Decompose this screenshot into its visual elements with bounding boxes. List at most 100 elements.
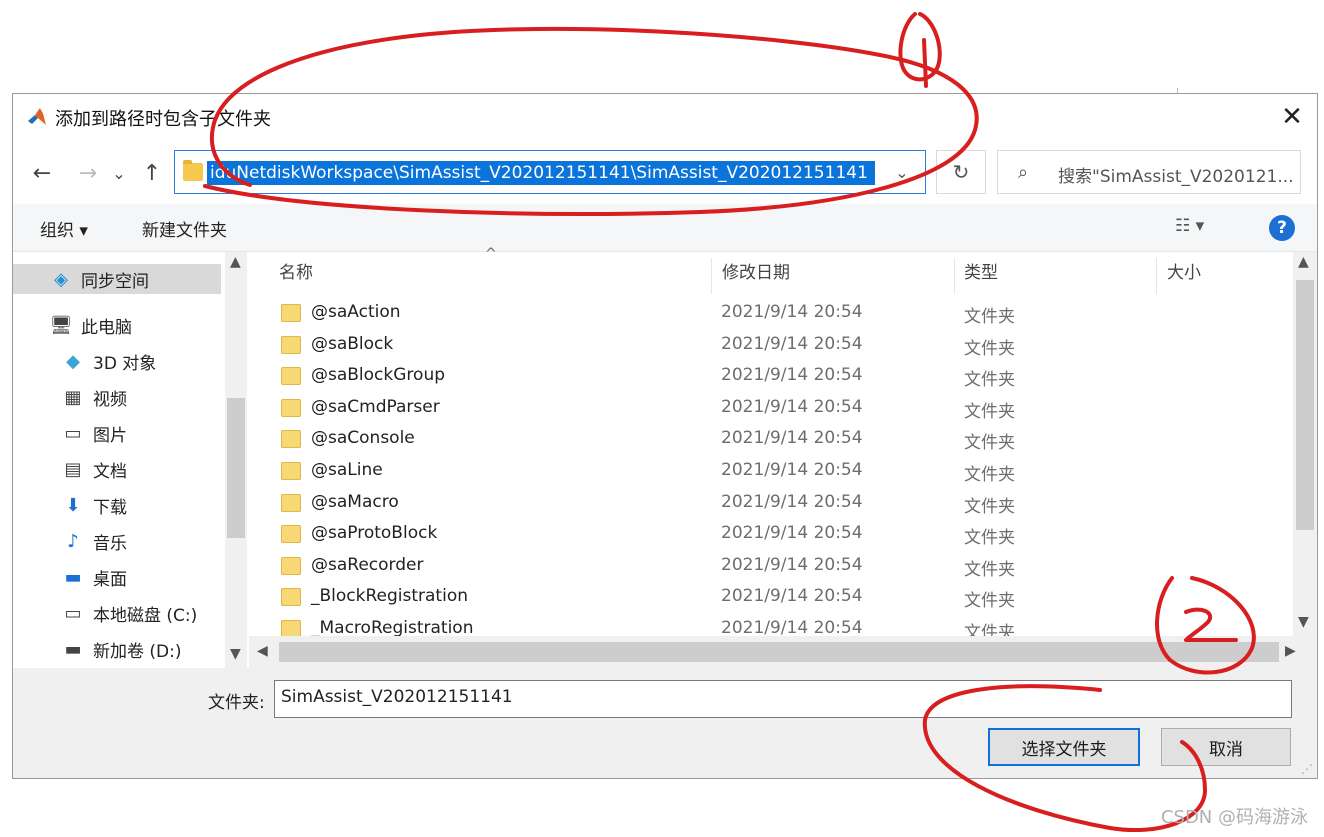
select-folder-button[interactable]: 选择文件夹 (988, 728, 1140, 766)
sidebar-item[interactable]: ▬ 桌面 (61, 562, 127, 592)
csdn-watermark: CSDN @码海游泳 (1160, 807, 1308, 828)
folder-icon (281, 556, 301, 575)
file-modified-date: 2021/9/14 20:54 (721, 618, 863, 636)
dialog-title: 添加到路径时包含子文件夹 (55, 109, 271, 130)
3d-objects-icon: ◆ (66, 350, 80, 372)
column-header-name[interactable]: 名称 (279, 252, 313, 294)
file-row[interactable]: @saBlockGroup 2021/9/14 20:54 文件夹 (269, 361, 1269, 392)
video-icon: ▦ (64, 386, 82, 408)
sidebar-item[interactable]: ▭ 图片 (61, 418, 127, 448)
file-row[interactable]: @saCmdParser 2021/9/14 20:54 文件夹 (269, 393, 1269, 424)
marker-1-loop (898, 12, 942, 82)
file-row[interactable]: @saConsole 2021/9/14 20:54 文件夹 (269, 424, 1269, 455)
close-button[interactable]: ✕ (1267, 94, 1317, 140)
address-bar[interactable]: iduNetdiskWorkspace\SimAssist_V202012151… (174, 150, 926, 194)
file-name: _BlockRegistration (311, 586, 468, 607)
sidebar-item[interactable]: 🖥 此电脑 (49, 310, 132, 340)
file-row[interactable]: @saAction 2021/9/14 20:54 文件夹 (269, 298, 1269, 329)
back-button[interactable]: ← (27, 158, 57, 188)
documents-icon: ▤ (64, 458, 82, 480)
sidebar-scroll-thumb[interactable] (227, 398, 245, 538)
address-dropdown-button[interactable]: ⌄ (879, 151, 925, 193)
file-modified-date: 2021/9/14 20:54 (721, 396, 863, 417)
file-name: @saMacro (311, 491, 399, 512)
search-box[interactable]: ⌕ 搜索"SimAssist_V2020121... (997, 150, 1301, 194)
sidebar-item[interactable]: ▭ 本地磁盘 (C:) (61, 598, 197, 628)
new-folder-button[interactable]: 新建文件夹 (142, 216, 227, 241)
column-header-type[interactable]: 类型 (964, 252, 998, 294)
sidebar-item-label: 文档 (93, 461, 127, 482)
file-type: 文件夹 (964, 338, 1015, 359)
file-modified-date: 2021/9/14 20:54 (721, 428, 863, 449)
file-name: _MacroRegistration (311, 618, 474, 636)
column-header-modified[interactable]: 修改日期 (722, 252, 790, 294)
file-row[interactable]: @saLine 2021/9/14 20:54 文件夹 (269, 456, 1269, 487)
file-list-vertical-scrollbar[interactable]: ▲ ▼ (1293, 252, 1317, 636)
sidebar-item-label: 同步空间 (81, 271, 149, 292)
file-name: @saConsole (311, 428, 415, 449)
folder-icon (183, 160, 203, 181)
file-type: 文件夹 (964, 623, 1015, 636)
sidebar-item-label: 新加卷 (D:) (93, 641, 182, 662)
local-disk-icon: ▭ (64, 602, 82, 624)
cancel-button[interactable]: 取消 (1161, 728, 1291, 766)
file-type: 文件夹 (964, 591, 1015, 612)
folder-field-label: 文件夹: (208, 693, 265, 713)
desktop-icon: ▬ (64, 566, 82, 588)
music-icon: ♪ (67, 530, 79, 552)
folder-icon (281, 588, 301, 607)
sidebar-item[interactable]: ◆ 3D 对象 (61, 346, 156, 376)
scroll-up-icon[interactable]: ▲ (1298, 254, 1309, 270)
file-type: 文件夹 (964, 528, 1015, 549)
sidebar-item[interactable]: ◈ 同步空间 (13, 264, 221, 294)
recent-locations-button[interactable]: ⌄ (109, 158, 129, 188)
scroll-down-icon[interactable]: ▼ (1298, 614, 1309, 630)
file-modified-date: 2021/9/14 20:54 (721, 554, 863, 575)
file-row[interactable]: @saProtoBlock 2021/9/14 20:54 文件夹 (269, 519, 1269, 550)
help-button[interactable]: ? (1269, 215, 1295, 241)
refresh-button[interactable]: ↻ (936, 150, 986, 194)
forward-button[interactable]: → (73, 158, 103, 188)
address-path[interactable]: iduNetdiskWorkspace\SimAssist_V202012151… (207, 161, 875, 185)
view-options-button[interactable]: ☷ ▾ (1175, 216, 1204, 236)
sidebar-item[interactable]: ♪ 音乐 (61, 526, 127, 556)
organize-menu[interactable]: 组织 ▾ (40, 216, 88, 241)
file-modified-date: 2021/9/14 20:54 (721, 586, 863, 607)
search-placeholder[interactable]: 搜索"SimAssist_V2020121... (1058, 162, 1294, 187)
file-type: 文件夹 (964, 465, 1015, 485)
file-modified-date: 2021/9/14 20:54 (721, 333, 863, 354)
sidebar-item[interactable]: ▤ 文档 (61, 454, 127, 484)
file-type: 文件夹 (964, 496, 1015, 517)
file-name: @saBlockGroup (311, 365, 446, 386)
up-button[interactable]: ↑ (137, 158, 167, 188)
scroll-left-icon[interactable]: ◀ (257, 643, 268, 659)
sidebar-item[interactable]: ▦ 视频 (61, 382, 127, 412)
column-header-size[interactable]: 大小 (1167, 252, 1201, 294)
file-row[interactable]: _BlockRegistration 2021/9/14 20:54 文件夹 (269, 582, 1269, 613)
volume-icon: ▬ (64, 638, 82, 660)
scroll-right-icon[interactable]: ▶ (1285, 643, 1296, 659)
file-row[interactable]: @saBlock 2021/9/14 20:54 文件夹 (269, 330, 1269, 361)
sync-space-icon: ◈ (54, 268, 68, 290)
resize-grip-icon[interactable]: ⋰ (1301, 762, 1313, 776)
file-row[interactable]: _MacroRegistration 2021/9/14 20:54 文件夹 (269, 614, 1269, 636)
file-type: 文件夹 (964, 559, 1015, 580)
file-name: @saLine (311, 460, 383, 480)
pictures-icon: ▭ (64, 422, 82, 444)
sidebar-scroll-down-icon[interactable]: ▼ (230, 646, 241, 662)
matlab-icon (28, 108, 46, 125)
folder-name-input[interactable]: SimAssist_V202012151141 (274, 680, 1292, 718)
folder-icon (281, 335, 301, 354)
sidebar-scroll-up-icon[interactable]: ▲ (230, 254, 241, 270)
sidebar-item[interactable]: ⬇ 下载 (61, 490, 127, 520)
sidebar-item-label: 下载 (93, 497, 127, 518)
sidebar-item[interactable]: ▬ 新加卷 (D:) (61, 634, 182, 664)
file-row[interactable]: @saMacro 2021/9/14 20:54 文件夹 (269, 488, 1269, 519)
file-modified-date: 2021/9/14 20:54 (721, 523, 863, 544)
file-row[interactable]: @saRecorder 2021/9/14 20:54 文件夹 (269, 551, 1269, 582)
file-name: @saBlock (311, 333, 394, 354)
sidebar-item-label: 图片 (93, 425, 127, 446)
vertical-scroll-thumb[interactable] (1296, 280, 1314, 530)
file-list-horizontal-scrollbar[interactable]: ◀ ▶ (249, 636, 1317, 668)
horizontal-scroll-thumb[interactable] (279, 642, 1279, 662)
